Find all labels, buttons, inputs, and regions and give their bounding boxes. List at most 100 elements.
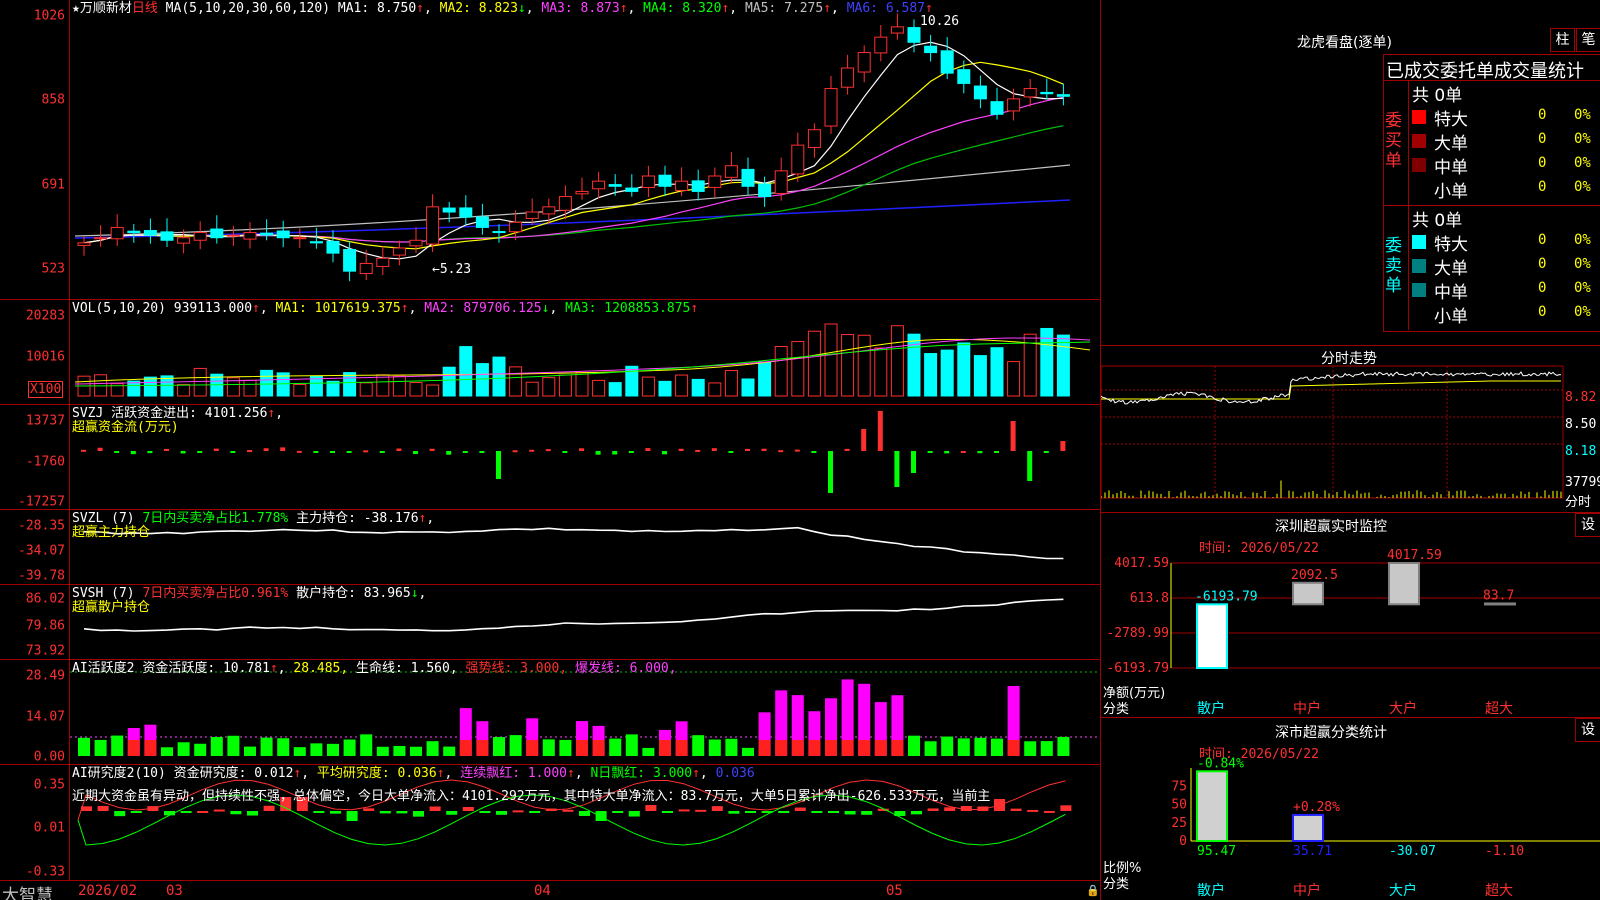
- flow-bar: [529, 449, 535, 452]
- activity-bar: [742, 747, 754, 756]
- volume-panel[interactable]: 20283 10016 X100 VOL(5,10,20) 939113.000…: [0, 300, 1100, 405]
- flow-bar: [330, 451, 335, 453]
- research-bar: [1060, 805, 1072, 811]
- ai2-ytick: 0.35: [33, 777, 65, 793]
- svsh-ytick: 86.02: [25, 591, 65, 607]
- classify-category: 大户: [1389, 882, 1417, 899]
- activity-bar: [708, 739, 721, 756]
- research-bar: [911, 811, 922, 815]
- volume-bar: [376, 374, 390, 397]
- candle-body: [774, 170, 788, 194]
- candle-body: [625, 187, 639, 192]
- activity-base: [576, 740, 588, 756]
- ai-activity-panel[interactable]: 28.49 14.07 0.00 AI活跃度2 资金活跃度: 10.781↑, …: [0, 660, 1100, 765]
- ai-research-plot[interactable]: [70, 765, 1100, 880]
- kline-panel[interactable]: 1026 858 691 523 ★万顺新材日线 MA(5,10,20,30,6…: [0, 0, 1100, 300]
- activity-bar: [327, 743, 339, 756]
- flow-bar: [446, 451, 452, 455]
- vol-value: 939113.000: [173, 301, 253, 316]
- sell-row-name: 特大: [1434, 235, 1468, 255]
- dragon-tab-row[interactable]: 已成交委托单成交量统计: [1383, 54, 1600, 80]
- classify-bar-label: -1.10: [1485, 844, 1524, 859]
- buy-row-pct: 0%: [1574, 155, 1591, 171]
- candle-body: [641, 175, 655, 189]
- buy-swatch: [1412, 158, 1426, 172]
- ai1-label: AI活跃度2: [72, 661, 135, 676]
- activity-bar: [1057, 736, 1070, 756]
- volume-bar: [1007, 361, 1021, 397]
- period-label[interactable]: 日线: [132, 1, 158, 16]
- candle-body: [210, 228, 224, 239]
- volume-bar: [293, 383, 307, 397]
- ma-line: [83, 125, 1064, 244]
- classification-panel[interactable]: 深市超赢分类统计 设 时间: 2026/05/22 75 50 25 0 -0.84% 9…: [1101, 717, 1600, 900]
- research-bar: [213, 809, 225, 812]
- realtime-monitor-panel[interactable]: 深圳超赢实时监控 设 时间: 2026/05/22 4017.59 613.8 -2…: [1101, 512, 1600, 717]
- flow-bar: [645, 448, 651, 451]
- research-bar: [512, 810, 524, 813]
- bar-mode-button[interactable]: 柱: [1550, 28, 1575, 52]
- dragon-tab[interactable]: 已成交委托单成交量统计: [1386, 57, 1584, 80]
- activity-base: [144, 740, 157, 756]
- monitor-bar: [1292, 581, 1324, 606]
- time-axis[interactable]: 大智慧 2026/02 03 04 05 🔒: [0, 880, 1100, 900]
- ai1-ytick: 0.00: [33, 749, 65, 765]
- vol-ma2: MA2: 879706.125: [424, 301, 542, 316]
- candle-body: [542, 206, 556, 215]
- volume-bar: [741, 378, 755, 397]
- volume-bar: [426, 384, 440, 397]
- activity-bar: [924, 741, 937, 756]
- flow-bar: [462, 451, 468, 453]
- flow-bar: [379, 451, 385, 453]
- svzj-header: SVZJ 活跃资金进出: 4101.256↑,: [72, 406, 284, 421]
- svsh-panel[interactable]: 86.02 79.86 73.92 SVSH (7) 7日内买卖净占比0.961…: [0, 585, 1100, 660]
- candle-body: [608, 184, 622, 187]
- svsh-sub: 超赢散户持仓: [72, 600, 151, 615]
- svzl-ytick: -34.07: [18, 543, 65, 559]
- lock-icon[interactable]: 🔒: [1086, 884, 1100, 897]
- pen-mode-button[interactable]: 笔: [1576, 28, 1600, 52]
- intraday-frame: [1101, 365, 1564, 499]
- svzl-panel[interactable]: -28.35 -34.07 -39.78 SVZL (7) 7日内买卖净占比1.…: [0, 510, 1100, 585]
- candle-body: [957, 69, 971, 84]
- ai-research-panel[interactable]: 0.35 0.01 -0.33 AI研究度2(10) 资金研究度: 0.012↑…: [0, 765, 1100, 880]
- svzj-ytick: 13737: [25, 413, 65, 429]
- ai2-ytick: -0.33: [25, 864, 65, 880]
- research-bar: [828, 811, 839, 813]
- dragon-tiger-panel[interactable]: 龙虎看盘(逐单) 柱 笔 已成交委托单成交量统计 委买单 共 0单 特大 0 0% 大…: [1101, 0, 1600, 345]
- activity-bar: [443, 746, 456, 756]
- svzl-yaxis: -28.35 -34.07 -39.78: [0, 510, 70, 584]
- candle-body: [791, 144, 805, 175]
- svsh-ytick: 73.92: [25, 643, 65, 659]
- volume-bar: [359, 382, 373, 397]
- candle-body: [940, 50, 954, 74]
- svzj-panel[interactable]: 13737 -1760 -17257 SVZJ 活跃资金进出: 4101.256…: [0, 405, 1100, 510]
- candle-body: [77, 242, 91, 246]
- stock-name[interactable]: ★万顺新材: [72, 1, 132, 16]
- activity-bar: [908, 735, 920, 756]
- classify-ytick: 75: [1171, 779, 1187, 794]
- research-bar: [529, 811, 541, 813]
- kline-plot[interactable]: [70, 0, 1100, 299]
- intraday-ytick: 8.82: [1565, 390, 1597, 405]
- volume-bar: [641, 376, 655, 397]
- research-bar: [861, 811, 873, 815]
- candle-body: [226, 234, 240, 237]
- flow-bar: [612, 451, 618, 455]
- flow-bar: [396, 448, 402, 451]
- monitor-category: 超大: [1485, 701, 1513, 717]
- classify-bar-change: -0.84%: [1197, 756, 1244, 771]
- flow-bar: [711, 448, 717, 451]
- monitor-xlabel: 分类: [1103, 702, 1130, 717]
- sell-row-count: 0: [1538, 256, 1547, 272]
- research-bar: [446, 811, 458, 815]
- vol-unit-badge[interactable]: X100: [28, 381, 64, 398]
- volume-bar: [841, 334, 855, 397]
- volume-bar: [442, 366, 456, 397]
- candle-body: [1040, 91, 1054, 95]
- intraday-panel[interactable]: 分时走势 8.82 8.50 8.18 37799 分时: [1101, 345, 1600, 512]
- kline-yaxis: 1026 858 691 523: [0, 0, 70, 299]
- monitor-ytick: 4017.59: [1114, 556, 1169, 571]
- brand-label[interactable]: 大智慧: [2, 881, 53, 900]
- activity-bar: [161, 747, 173, 756]
